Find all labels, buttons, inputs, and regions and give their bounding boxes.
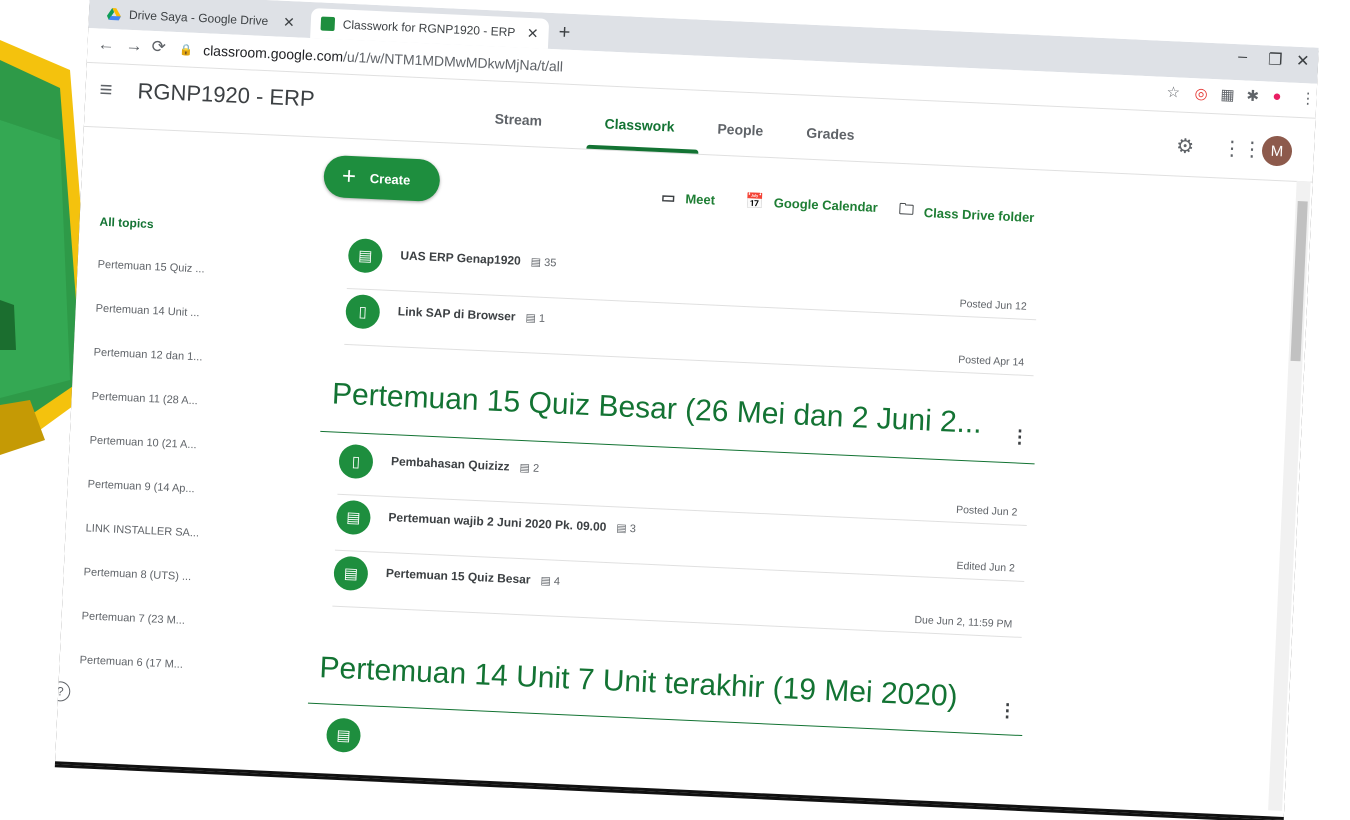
minimize-icon[interactable]: –	[1238, 48, 1248, 66]
bookmark-star-icon[interactable]: ☆	[1166, 83, 1180, 102]
url-host: classroom.google.com	[202, 42, 344, 65]
tab-title: Drive Saya - Google Drive	[128, 7, 269, 29]
material-icon: ▯	[345, 293, 381, 330]
topic-item[interactable]: Pertemuan 9 (14 Ap...	[87, 478, 194, 495]
google-drive-icon	[106, 8, 121, 21]
forward-icon[interactable]: →	[125, 36, 143, 57]
comment-count: ▤ 1	[525, 312, 546, 325]
create-button[interactable]: + Create	[322, 154, 441, 203]
plus-icon: +	[341, 162, 357, 191]
page-scrollbar[interactable]	[1268, 180, 1311, 811]
assignment-icon: ▤	[347, 238, 384, 274]
back-icon[interactable]: ←	[97, 34, 115, 55]
topic-item[interactable]: LINK INSTALLER SA...	[85, 522, 199, 539]
close-tab-icon[interactable]: ✕	[526, 24, 539, 42]
nav-tab-people[interactable]: People	[717, 121, 764, 139]
assignment-icon: ▤	[333, 555, 369, 592]
item-title: Link SAP di Browser	[397, 304, 516, 324]
tab-title: Classwork for RGNP1920 - ERP	[342, 17, 516, 40]
lock-icon: 🔒	[179, 43, 194, 57]
comment-count: ▤ 3	[616, 522, 637, 536]
topic-item[interactable]: Pertemuan 6 (17 M...	[79, 654, 183, 671]
browser-menu-icon[interactable]: ⋮	[1300, 89, 1316, 108]
folder-icon: 🗀	[898, 200, 915, 219]
calendar-icon: 📅	[744, 192, 765, 211]
comment-count: ▤ 35	[530, 256, 557, 270]
topic-item[interactable]: Pertemuan 12 dan 1...	[93, 347, 202, 364]
item-title: Pembahasan Quizizz	[390, 454, 510, 474]
extensions-puzzle-icon[interactable]: ✱	[1246, 87, 1259, 106]
item-status: Posted Jun 2	[955, 503, 1018, 519]
nav-tab-classwork[interactable]: Classwork	[604, 115, 675, 134]
extension-icon[interactable]: ◎	[1194, 84, 1208, 103]
scrollbar-thumb[interactable]	[1290, 201, 1308, 362]
more-vert-icon[interactable]: ⋮	[998, 700, 1017, 722]
topics-sidebar: All topics Pertemuan 15 Quiz ... Pertemu…	[79, 205, 240, 671]
create-label: Create	[369, 170, 411, 188]
topic-all[interactable]: All topics	[99, 215, 154, 231]
topic-item[interactable]: Pertemuan 10 (21 A...	[89, 434, 196, 451]
item-title: Pertemuan wajib 2 Juni 2020 Pk. 09.00	[388, 510, 607, 534]
topic-item[interactable]: Pertemuan 11 (28 A...	[91, 390, 198, 407]
new-tab-button[interactable]: +	[558, 21, 571, 45]
topic-item[interactable]: Pertemuan 7 (23 M...	[81, 610, 185, 627]
item-status: Posted Jun 12	[959, 297, 1027, 313]
class-drive-folder-link[interactable]: 🗀 Class Drive folder	[898, 199, 1035, 230]
calendar-label: Google Calendar	[773, 194, 879, 215]
url-path: /u/1/w/NTM1MDMwMDkwMjNa/t/all	[342, 48, 564, 75]
drive-folder-label: Class Drive folder	[923, 205, 1035, 226]
assignment-icon: ▤	[325, 717, 362, 754]
google-calendar-link[interactable]: 📅 Google Calendar	[745, 192, 878, 216]
assignment-icon: ▤	[335, 499, 372, 536]
item-status: Posted Apr 14	[957, 353, 1025, 369]
reload-icon[interactable]: ⟳	[151, 37, 166, 58]
item-title: Pertemuan 15 Quiz Besar	[385, 566, 531, 587]
profile-icon[interactable]: ●	[1272, 88, 1282, 105]
video-camera-icon: ▭	[660, 189, 676, 207]
menu-icon[interactable]: ≡	[99, 77, 113, 104]
item-title: UAS ERP Genap1920	[400, 248, 522, 268]
close-window-icon[interactable]: ✕	[1296, 51, 1310, 72]
topic-item[interactable]: Pertemuan 14 Unit ...	[95, 303, 199, 320]
topic-heading: Pertemuan 15 Quiz Besar (26 Mei dan 2 Ju…	[331, 377, 983, 440]
settings-gear-icon[interactable]: ⚙	[1176, 133, 1195, 159]
more-vert-icon[interactable]: ⋮	[1010, 426, 1029, 448]
comment-count: ▤ 4	[540, 575, 561, 588]
meet-link[interactable]: ▭ Meet	[661, 188, 716, 208]
material-icon: ▯	[338, 443, 374, 480]
nav-tab-stream[interactable]: Stream	[494, 110, 542, 128]
restore-icon[interactable]: ❐	[1268, 50, 1283, 71]
topic-heading: Pertemuan 14 Unit 7 Unit terakhir (19 Me…	[318, 651, 959, 714]
topic-item[interactable]: Pertemuan 8 (UTS) ...	[83, 566, 191, 583]
topic-item[interactable]: Pertemuan 15 Quiz ...	[97, 259, 204, 276]
class-title[interactable]: RGNP1920 - ERP	[137, 78, 315, 112]
close-tab-icon[interactable]: ✕	[283, 13, 295, 31]
item-status: Edited Jun 2	[956, 559, 1016, 575]
avatar[interactable]: M	[1261, 135, 1293, 167]
classroom-icon	[320, 16, 336, 32]
help-icon[interactable]: ?	[54, 680, 71, 702]
classwork-item[interactable]: ▤	[325, 712, 1017, 799]
browser-window: Drive Saya - Google Drive ✕ Classwork fo…	[54, 0, 1319, 820]
item-status: Due Jun 2, 11:59 PM	[914, 614, 1013, 631]
nav-tab-grades[interactable]: Grades	[806, 125, 855, 143]
meet-label: Meet	[685, 190, 716, 208]
active-tab-indicator	[586, 144, 699, 154]
extension-grid-icon[interactable]: ▦	[1220, 85, 1235, 104]
comment-count: ▤ 2	[519, 461, 540, 475]
